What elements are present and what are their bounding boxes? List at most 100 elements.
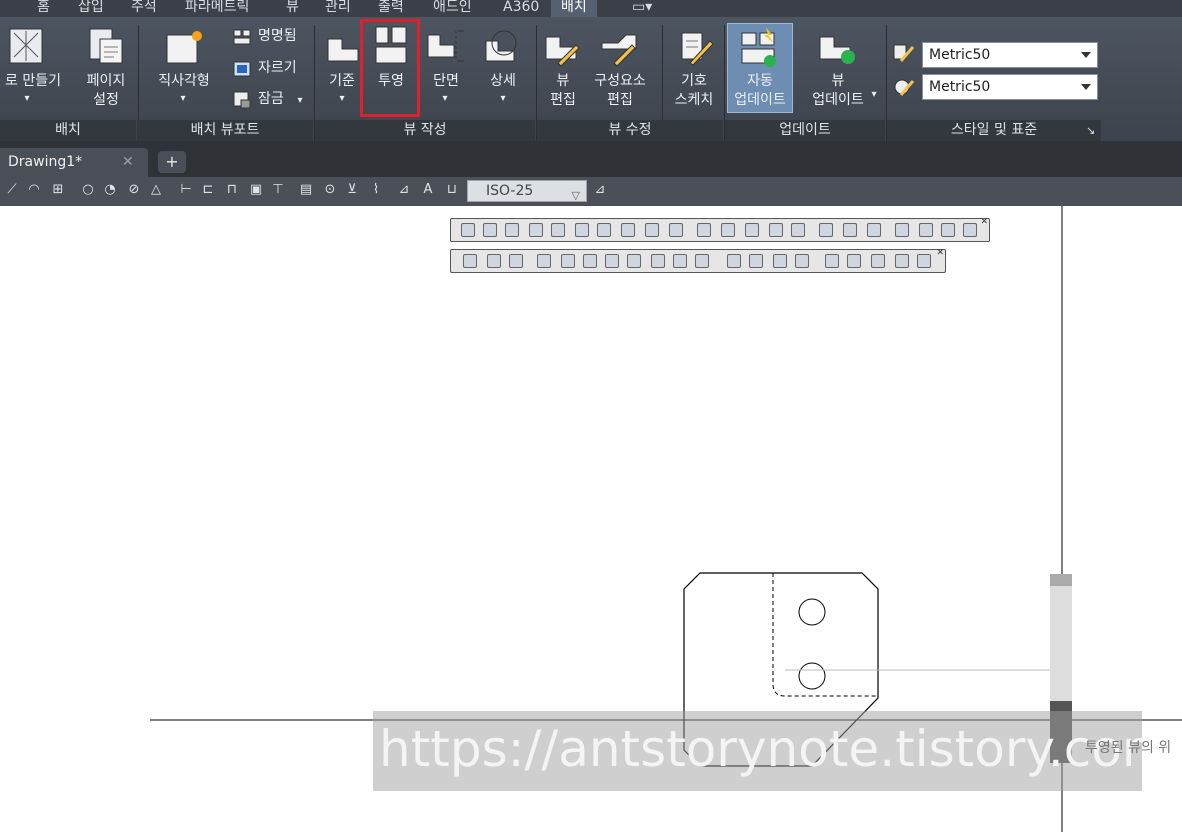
hidden-edge [772,573,878,697]
hole-circle[interactable] [798,662,826,690]
named-button[interactable]: 명명됨 [258,27,306,46]
edit-view-label-2[interactable]: 편집 [544,91,582,110]
base-view-icon [327,38,359,62]
baseline-icon[interactable]: ⊏ [200,182,216,198]
view-style-select[interactable]: Metric50 [922,42,1098,68]
close-icon[interactable]: ✕ [122,148,134,176]
section-style-select[interactable]: Metric50 [922,74,1098,100]
section-style-value: Metric50 [929,79,991,95]
new-file-tab-button[interactable]: + [158,151,186,173]
edit-view-label-1[interactable]: 뷰 [544,72,582,91]
view-update-icon [819,36,855,64]
chevron-down-icon[interactable]: ▾ [496,89,510,108]
ribbon-tab-bar: 홈 삽입 주석 파라메트릭 뷰 관리 출력 애드인 A360 배치 ▭▾ [0,0,1182,17]
tab-home[interactable]: 홈 [37,0,50,17]
clip-button[interactable]: 자르기 [258,59,306,78]
view-style-icon [893,44,915,62]
view-style-value: Metric50 [929,47,991,63]
page-setup-label-2[interactable]: 설정 [80,91,132,110]
tolerance-icon[interactable]: ▤ [298,182,314,198]
dim-style-select[interactable]: ISO-25 ▽ [467,180,587,202]
tab-annotate[interactable]: 주석 [131,0,157,17]
ordinate-icon[interactable]: ⊞ [50,182,66,198]
projected-view-button[interactable]: 투영 [370,72,412,91]
named-viewport-icon [233,29,251,45]
new-layout-button[interactable]: 로 만들기 [0,72,68,91]
section-style-icon [894,79,915,96]
page-setup-label-1[interactable]: 페이지 [80,72,132,91]
rectangular-viewport-icon [166,31,202,64]
scroll-track[interactable] [1050,586,1072,701]
tab-parametric[interactable]: 파라메트릭 [185,0,249,17]
lock-icon [233,91,251,109]
symbol-sketch-icon [681,32,714,66]
edit-components-label-2[interactable]: 편집 [588,91,652,110]
symbol-sketch-label-2[interactable]: 스케치 [668,91,720,110]
chevron-down-icon[interactable]: ▾ [176,89,190,108]
inspect-icon[interactable]: ⊻ [344,182,360,198]
new-layout-icon [9,28,43,64]
chevron-down-icon [1081,84,1091,90]
file-tab-label: Drawing1* [8,154,83,170]
section-view-icon [427,30,464,62]
update-dim-icon[interactable]: ⊔ [444,182,460,198]
ribbon-minimize-icon[interactable]: ▭▾ [632,0,652,17]
continue-icon[interactable]: ⊓ [224,182,240,198]
tab-a360[interactable]: A360 [503,0,539,17]
break-icon[interactable]: ⊤ [270,182,286,198]
tab-view[interactable]: 뷰 [286,0,299,17]
edit-components-label-1[interactable]: 구성요소 [588,72,652,91]
panel-label-modify-view: 뷰 수정 [537,120,723,141]
text-edit-icon[interactable]: A [420,182,436,198]
tab-output[interactable]: 출력 [378,0,404,17]
tooltip-text: 투영된 뷰의 위 [1085,740,1172,756]
view-update-label-2[interactable]: 업데이트 [806,91,870,110]
detail-view-icon [485,30,517,62]
scroll-thumb[interactable] [1050,574,1072,586]
chevron-down-icon[interactable]: ▾ [20,89,34,108]
symbol-sketch-label-1[interactable]: 기호 [668,72,720,91]
radius-icon[interactable]: ○ [80,182,96,198]
chevron-down-icon[interactable]: ▾ [438,89,452,108]
chevron-down-icon [1081,52,1091,58]
edit-components-icon [601,34,637,67]
dim-style-icon[interactable]: ⊿ [592,182,608,198]
panel-label-update: 업데이트 [725,120,885,141]
panel-launcher-icon[interactable]: ↘ [1086,124,1095,137]
jogged-linear-icon[interactable]: ⌇ [368,182,384,198]
angular-icon[interactable]: △ [148,182,164,198]
dim-edit-icon[interactable]: ⊿ [396,182,412,198]
chevron-down-icon[interactable]: ▾ [335,89,349,108]
tab-manage[interactable]: 관리 [325,0,351,17]
auto-update-label-2[interactable]: 업데이트 [727,91,793,110]
quick-dim-icon[interactable]: ⊢ [178,182,194,198]
chevron-down-icon[interactable]: ▾ [868,85,880,104]
chevron-down-icon: ▽ [571,189,580,202]
page-setup-icon [89,28,123,64]
watermark: https://antstorynote.tistory.com [373,711,1142,791]
jogged-icon[interactable]: ◔ [102,182,118,198]
center-mark-icon[interactable]: ⊙ [322,182,338,198]
space-icon[interactable]: ▣ [248,182,264,198]
diameter-icon[interactable]: ⊘ [126,182,142,198]
dim-style-value: ISO-25 [486,183,534,199]
clip-viewport-icon [233,61,251,77]
panel-label-layout: 배치 [0,120,136,141]
edit-view-icon [545,36,580,67]
file-tab-drawing1[interactable]: Drawing1* ✕ [0,148,148,177]
arc-length-icon[interactable]: ◠ [26,182,42,198]
tab-addins[interactable]: 애드인 [433,0,472,17]
auto-update-label-1[interactable]: 자동 [727,72,793,91]
panel-label-layout-viewports: 배치 뷰포트 [137,120,313,141]
view-update-label-1[interactable]: 뷰 [806,72,870,91]
tab-insert[interactable]: 삽입 [78,0,104,17]
panel-label-create-view: 뷰 작성 [315,120,535,141]
dimension-toolbar: ⟋ ◠ ⊞ ○ ◔ ⊘ △ ⊢ ⊏ ⊓ ▣ ⊤ ▤ ⊙ ⊻ ⌇ ⊿ A ⊔ ⊿ [0,177,1182,206]
autocad-window: 홈 삽입 주석 파라메트릭 뷰 관리 출력 애드인 A360 배치 ▭▾ 로 만… [0,0,1182,832]
auto-update-icon [741,27,776,67]
tab-layout[interactable]: 배치 [551,0,597,17]
panel-label-styles: 스타일 및 표준 [887,120,1101,141]
chevron-down-icon[interactable]: ▾ [294,91,306,110]
hole-circle[interactable] [798,598,826,626]
linear-dim-icon[interactable]: ⟋ [4,182,20,198]
